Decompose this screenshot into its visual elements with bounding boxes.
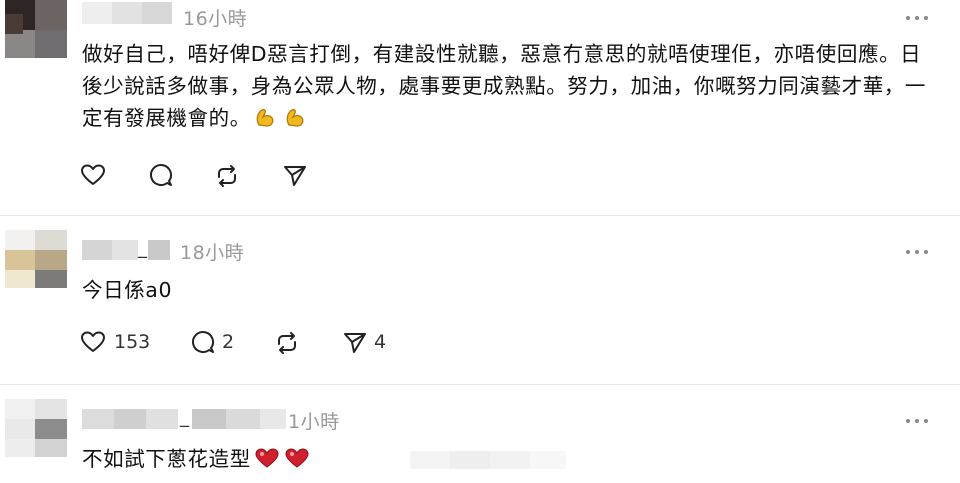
heart-exclamation-icon (283, 446, 311, 470)
comment-text: 今日係a0 (82, 278, 173, 302)
more-options-icon[interactable] (906, 13, 930, 23)
like-button[interactable]: 153 (80, 328, 156, 358)
comment-icon (192, 331, 214, 353)
username-blurred[interactable]: _ (82, 405, 292, 431)
blurred-overlay (410, 449, 570, 475)
avatar[interactable] (5, 230, 67, 288)
timestamp[interactable]: 1小時 (288, 407, 340, 434)
repost-button[interactable] (214, 161, 244, 191)
reply-button[interactable]: 2 (190, 328, 240, 358)
flexed-biceps-icon (253, 105, 281, 129)
avatar[interactable] (5, 0, 67, 58)
action-bar (80, 161, 320, 191)
action-bar: 153 2 4 (80, 328, 400, 358)
more-options-icon[interactable] (906, 416, 930, 426)
reply-button[interactable] (148, 161, 178, 191)
like-count: 153 (114, 331, 151, 353)
repost-button[interactable] (274, 328, 304, 358)
like-button[interactable] (80, 161, 110, 191)
comment-icon (150, 164, 172, 186)
reply-count: 2 (222, 331, 235, 353)
username-visible-fragment: _ (180, 407, 189, 428)
comment-1: 16小時 做好自己，唔好俾D惡言打倒，有建設性就聽，惡意冇意思的就唔使理佢，亦唔… (0, 0, 960, 215)
send-icon (284, 166, 306, 186)
more-options-icon[interactable] (906, 247, 930, 257)
send-icon (344, 333, 366, 353)
comment-2: _ 18小時 今日係a0 153 2 4 (0, 216, 960, 384)
comment-text: 做好自己，唔好俾D惡言打倒，有建設性就聽，惡意冇意思的就唔使理佢，亦唔使回應。日… (82, 42, 926, 130)
avatar[interactable] (5, 399, 67, 457)
username-visible-fragment: _ (138, 238, 147, 259)
comment-3: _ 1小時 不如試下蔥花造型 (0, 385, 960, 483)
flexed-biceps-icon (283, 105, 311, 129)
repost-icon (278, 332, 296, 354)
repost-icon (218, 165, 236, 187)
heart-icon (81, 164, 105, 185)
heart-icon (81, 331, 105, 352)
timestamp[interactable]: 16小時 (183, 4, 247, 31)
share-button[interactable] (282, 161, 312, 191)
share-button[interactable]: 4 (342, 328, 392, 358)
timestamp[interactable]: 18小時 (180, 238, 244, 265)
heart-exclamation-icon (253, 446, 281, 470)
username-blurred[interactable]: _ (82, 236, 170, 262)
share-count: 4 (374, 331, 387, 353)
username-blurred[interactable] (82, 0, 174, 26)
